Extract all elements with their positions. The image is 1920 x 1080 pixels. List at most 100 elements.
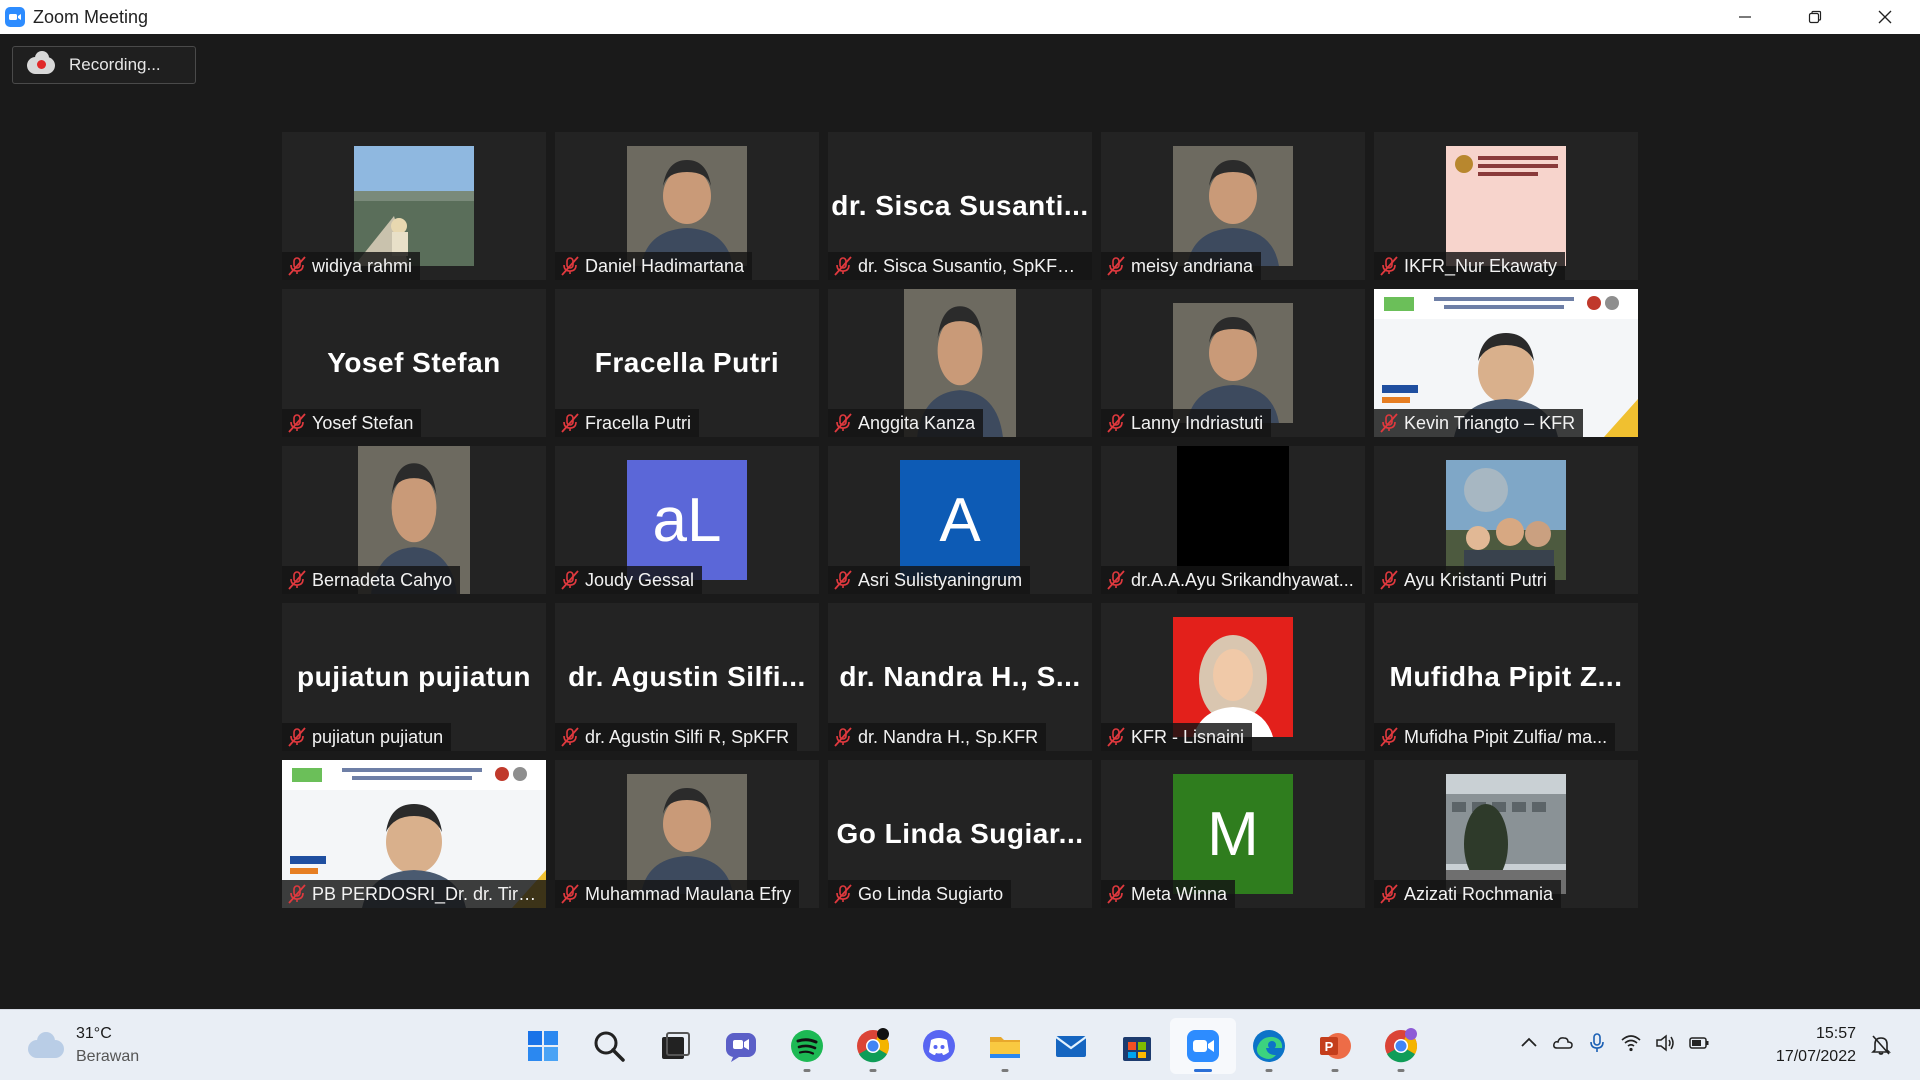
cloud-weather-icon <box>28 1032 64 1058</box>
participant-tile[interactable]: Ayu Kristanti Putri <box>1374 446 1638 594</box>
participant-nameplate: dr.A.A.Ayu Srikandhyawat... <box>1101 566 1362 594</box>
mic-muted-icon <box>559 569 581 591</box>
participant-tile[interactable]: dr. Sisca Susanti... dr. Sisca Susantio, … <box>828 132 1092 280</box>
mic-muted-icon <box>832 726 854 748</box>
discord-icon <box>923 1030 955 1062</box>
participant-nameplate: Ayu Kristanti Putri <box>1374 566 1555 594</box>
chrome-profile-icon <box>1385 1028 1418 1063</box>
participant-nameplate: widiya rahmi <box>282 252 421 280</box>
discord-button[interactable] <box>906 1018 972 1074</box>
battery-button[interactable] <box>1682 1026 1716 1060</box>
participant-tile[interactable]: M Meta Winna <box>1101 760 1365 908</box>
participant-video <box>1446 146 1566 266</box>
microphone-button[interactable] <box>1580 1026 1614 1060</box>
participant-name: Anggita Kanza <box>858 412 976 433</box>
chrome-icon <box>857 1028 890 1063</box>
participant-tile[interactable]: Mufidha Pipit Z... Mufidha Pipit Zulfia/ … <box>1374 603 1638 751</box>
window-title-bar: Zoom Meeting <box>0 0 1920 34</box>
participant-name: dr. Agustin Silfi R, SpKFR <box>585 726 790 747</box>
search-button[interactable] <box>576 1018 642 1074</box>
mic-muted-icon <box>559 726 581 748</box>
minimize-button[interactable] <box>1710 0 1780 34</box>
mic-muted-icon <box>1378 412 1400 434</box>
participant-tile[interactable]: dr.A.A.Ayu Srikandhyawat... <box>1101 446 1365 594</box>
participant-nameplate: PB PERDOSRI_Dr. dr. Tirza Z. ... <box>282 880 546 908</box>
weather-temp: 31°C <box>76 1025 112 1042</box>
recording-label: Recording... <box>69 55 161 74</box>
participant-tile[interactable]: pujiatun pujiatun pujiatun pujiatun <box>282 603 546 751</box>
wifi-icon <box>1621 1035 1641 1052</box>
chrome-profile-button[interactable] <box>1368 1018 1434 1074</box>
participant-tile[interactable]: meisy andriana <box>1101 132 1365 280</box>
participant-nameplate: dr. Sisca Susantio, SpKFR(... <box>828 252 1092 280</box>
participant-tile[interactable]: dr. Agustin Silfi... dr. Agustin Silfi R,… <box>555 603 819 751</box>
participant-tile[interactable]: Daniel Hadimartana <box>555 132 819 280</box>
recording-indicator[interactable]: Recording... <box>12 46 196 84</box>
participant-tile[interactable]: IKFR_Nur Ekawaty <box>1374 132 1638 280</box>
participant-tile[interactable]: Azizati Rochmania <box>1374 760 1638 908</box>
participant-nameplate: Asri Sulistyaningrum <box>828 566 1031 594</box>
participant-video <box>1173 303 1293 423</box>
onedrive-button[interactable] <box>1546 1026 1580 1060</box>
store-button[interactable] <box>1104 1018 1170 1074</box>
file-explorer-icon <box>990 1037 1020 1058</box>
participant-avatar: aL <box>627 460 747 580</box>
participant-video <box>1173 617 1293 737</box>
participant-video <box>1446 774 1566 894</box>
close-button[interactable] <box>1850 0 1920 34</box>
participant-nameplate: Bernadeta Cahyo <box>282 566 461 594</box>
participant-tile[interactable]: Fracella Putri Fracella Putri <box>555 289 819 437</box>
taskbar-clock[interactable]: 15:57 17/07/2022 <box>1760 1022 1856 1068</box>
restore-button[interactable] <box>1780 0 1850 34</box>
search-icon <box>594 1031 625 1062</box>
participant-avatar: A <box>900 460 1020 580</box>
participant-tile[interactable]: widiya rahmi <box>282 132 546 280</box>
participant-tile[interactable]: dr. Nandra H., S... dr. Nandra H., Sp.KFR <box>828 603 1092 751</box>
edge-button[interactable] <box>1236 1018 1302 1074</box>
weather-widget[interactable]: 31°C Berawan <box>28 1022 139 1068</box>
participant-name: KFR - Lisnaini <box>1131 726 1245 747</box>
participant-tile[interactable]: Bernadeta Cahyo <box>282 446 546 594</box>
svg-text:P: P <box>1325 1039 1334 1054</box>
mic-muted-icon <box>832 569 854 591</box>
mic-muted-icon <box>1105 255 1127 277</box>
zoom-icon <box>1187 1030 1219 1062</box>
participant-tile[interactable]: Kevin Triangto – KFR <box>1374 289 1638 437</box>
participant-tile[interactable]: Anggita Kanza <box>828 289 1092 437</box>
chrome-button[interactable] <box>840 1018 906 1074</box>
clock-time: 15:57 <box>1815 1025 1856 1042</box>
volume-button[interactable] <box>1648 1026 1682 1060</box>
powerpoint-button[interactable]: P <box>1302 1018 1368 1074</box>
task-view-button[interactable] <box>642 1018 708 1074</box>
participant-name: widiya rahmi <box>312 255 413 276</box>
participant-tile[interactable]: PB PERDOSRI_Dr. dr. Tirza Z. ... <box>282 760 546 908</box>
participant-name: Asri Sulistyaningrum <box>858 569 1023 590</box>
participant-tile[interactable]: KFR - Lisnaini <box>1101 603 1365 751</box>
participant-name: pujiatun pujiatun <box>312 726 444 747</box>
mic-muted-icon <box>559 883 581 905</box>
participant-tile[interactable]: Muhammad Maulana Efry <box>555 760 819 908</box>
zoom-taskbar-button[interactable] <box>1170 1018 1236 1074</box>
participant-video <box>354 146 474 266</box>
start-button[interactable] <box>510 1018 576 1074</box>
participant-tile[interactable]: Lanny Indriastuti <box>1101 289 1365 437</box>
spotify-button[interactable] <box>774 1018 840 1074</box>
wifi-button[interactable] <box>1614 1026 1648 1060</box>
participant-nameplate: Meta Winna <box>1101 880 1236 908</box>
teams-chat-button[interactable] <box>708 1018 774 1074</box>
participant-nameplate: Anggita Kanza <box>828 409 984 437</box>
participant-tile[interactable]: Yosef Stefan Yosef Stefan <box>282 289 546 437</box>
mic-muted-icon <box>286 255 308 277</box>
file-explorer-button[interactable] <box>972 1018 1038 1074</box>
participant-tile[interactable]: A Asri Sulistyaningrum <box>828 446 1092 594</box>
tray-overflow-button[interactable] <box>1512 1026 1546 1060</box>
participant-name: Fracella Putri <box>585 412 692 433</box>
participant-tile[interactable]: Go Linda Sugiar... Go Linda Sugiarto <box>828 760 1092 908</box>
participant-tile[interactable]: aL Joudy Gessal <box>555 446 819 594</box>
notification-center-button[interactable] <box>1866 1030 1896 1060</box>
participant-name: Kevin Triangto – KFR <box>1404 412 1576 433</box>
mail-button[interactable] <box>1038 1018 1104 1074</box>
participant-nameplate: Fracella Putri <box>555 409 700 437</box>
participant-nameplate: Daniel Hadimartana <box>555 252 753 280</box>
mic-muted-icon <box>832 255 854 277</box>
